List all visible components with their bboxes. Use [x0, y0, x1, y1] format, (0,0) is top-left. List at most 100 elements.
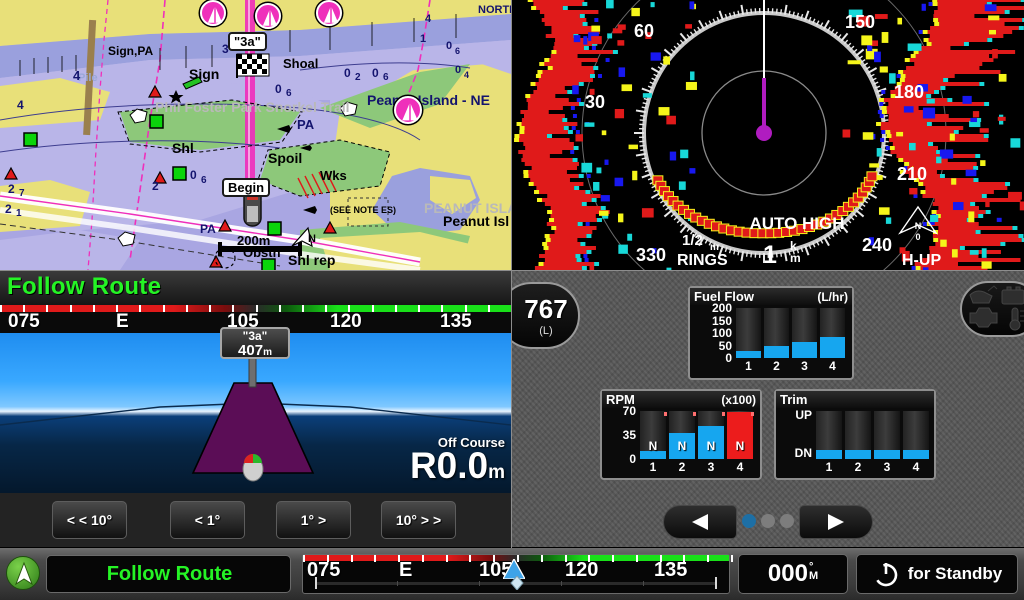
- engine-number: 1: [745, 359, 752, 373]
- radar-panel[interactable]: N 0 30 60 150 180 210 240 330 AUTO HIGH 1 k m …: [512, 0, 1024, 270]
- off-course-number: R0.0: [409, 445, 489, 486]
- radar-bearing-label: 210: [897, 164, 927, 184]
- heading-reference: M: [808, 569, 819, 582]
- route-horizon-view: "3a" 407m Off Course R0.0m: [0, 327, 511, 493]
- standby-label: for Standby: [907, 564, 1003, 583]
- rpm-axis-label: 70: [622, 404, 636, 418]
- nav-aid-marker-icon[interactable]: [316, 0, 342, 26]
- fuel-total-remaining[interactable]: 767 (L): [512, 282, 580, 349]
- fuel-flow-bar: [792, 308, 817, 358]
- nav-aid-marker-icon[interactable]: [200, 0, 226, 26]
- radar-bearing-label: 180: [894, 82, 924, 102]
- radar-bearing-label: 60: [634, 21, 654, 41]
- trim-bar: [845, 411, 871, 459]
- route-waypoint-distance-value: 407: [238, 342, 264, 359]
- battery-icon: [1001, 289, 1024, 305]
- off-course-unit: m: [488, 462, 505, 483]
- page-next-button[interactable]: [799, 505, 873, 539]
- fuel-total-unit: (L): [539, 325, 553, 337]
- follow-route-panel[interactable]: Follow Route 075 E 105 120 135 "3a" 407m…: [0, 271, 511, 547]
- radar-range-unit-bottom: m: [790, 251, 801, 265]
- redline-tick: [693, 412, 696, 417]
- navigation-arrow-icon[interactable]: [6, 556, 40, 590]
- standby-button[interactable]: for Standby: [856, 554, 1018, 594]
- bar-fill: [792, 341, 817, 358]
- warning-icons-group: [969, 285, 1024, 331]
- trim-bar: [816, 411, 842, 459]
- slider-thumb[interactable]: [510, 576, 524, 590]
- fuel-total-value: 767: [524, 294, 568, 324]
- course-slider[interactable]: [307, 576, 725, 590]
- fuel-flow-bar: [764, 308, 789, 358]
- vertical-divider: [511, 0, 512, 548]
- chart-panel[interactable]: N Sign,PA Sign Shoal Pile 4 3 Phil Foster Park…: [0, 0, 511, 270]
- route-compass-label: 135: [440, 311, 472, 332]
- nav-aid-marker-icon[interactable]: [394, 96, 422, 124]
- engine-number: 2: [773, 359, 780, 373]
- bar-fill: [820, 336, 845, 358]
- engine-gauge-panel[interactable]: 767 (L) Fuel Flow (L/hr) 200 150 100 50 0 1 2 3…: [512, 271, 1024, 547]
- rpm-axis-label: 0: [629, 452, 636, 466]
- fuel-flow-bar: [736, 308, 761, 358]
- turn-port-1[interactable]: < 1°: [170, 501, 245, 539]
- bar-fill: [736, 350, 761, 358]
- rpm-unit: (x100): [721, 393, 756, 407]
- engine-number: 4: [736, 460, 744, 474]
- trim-up-label: UP: [795, 408, 812, 422]
- rpm-axis-label: 35: [622, 428, 636, 442]
- route-waypoint-callout[interactable]: "3a" 407m: [220, 327, 290, 359]
- trim-title: Trim: [780, 392, 808, 407]
- nav-mode-label: Follow Route: [106, 563, 233, 585]
- status-bar: Follow Route 075 E 105 120 135 000 ° M f…: [0, 548, 1024, 600]
- waypoint-label-3a[interactable]: "3a": [228, 32, 267, 51]
- page-prev-button[interactable]: [663, 505, 737, 539]
- engine-warning-pod[interactable]: [960, 281, 1024, 337]
- trim-gauge[interactable]: Trim UP DN 1 2 3 4: [774, 389, 936, 480]
- page-dots: [742, 514, 794, 528]
- turn-stbd-1[interactable]: 1° >: [276, 501, 351, 539]
- waypoint-label-begin[interactable]: Begin: [222, 178, 271, 197]
- engine-number: 4: [912, 460, 920, 474]
- trim-bar: [874, 411, 900, 459]
- bar-fill: [816, 450, 842, 459]
- engine-number: 4: [829, 359, 836, 373]
- engine-number: 3: [707, 460, 715, 474]
- engine-icon: [969, 307, 998, 328]
- nav-aid-marker-icon[interactable]: [255, 3, 281, 29]
- rpm-gauge[interactable]: RPM (x100) 70 35 0 N 1 N 2 N 3 N 4: [600, 389, 762, 480]
- route-title: Follow Route: [7, 273, 162, 300]
- radar-bearing-label: 150: [845, 12, 875, 32]
- page-dot[interactable]: [761, 514, 775, 528]
- bar-fill: [874, 450, 900, 459]
- radar-bearing-label: 330: [636, 245, 666, 265]
- slider-left-end: [315, 577, 317, 589]
- radar-rings-value: 1/2: [682, 232, 703, 249]
- slider-right-end: [715, 577, 717, 589]
- radar-rings-label: RINGS: [677, 252, 728, 269]
- left-arrow-icon: [692, 514, 708, 530]
- heading-units: ° M: [808, 561, 819, 582]
- nav-mode-button[interactable]: Follow Route: [46, 555, 291, 593]
- radar-graphic: N 0 3060 150180210240330 AUTO HIGH 1 k m …: [512, 0, 1024, 270]
- status-compass[interactable]: 075 E 105 120 135: [302, 554, 733, 594]
- gear-indicator: N: [735, 439, 745, 453]
- engine-number: 2: [854, 460, 862, 474]
- right-arrow-icon: [828, 514, 844, 530]
- trim-dn-label: DN: [794, 446, 812, 460]
- heading-value: 000: [767, 560, 808, 587]
- power-icon: [874, 563, 898, 587]
- gear-indicator: N: [706, 439, 716, 453]
- fuel-flow-gauge[interactable]: Fuel Flow (L/hr) 200 150 100 50 0 1 2 3 4: [688, 286, 854, 380]
- turn-button-row: < < 10° < 1° 1° > 10° > >: [0, 493, 511, 547]
- page-dot[interactable]: [780, 514, 794, 528]
- arrow-glyph: [15, 561, 33, 586]
- turn-port-10[interactable]: < < 10°: [52, 501, 127, 539]
- trim-header: Trim: [776, 391, 934, 408]
- engine-number: 1: [825, 460, 833, 474]
- turn-stbd-10[interactable]: 10° > >: [381, 501, 456, 539]
- trim-body: UP DN 1 2 3 4: [776, 408, 934, 478]
- engine-number: 3: [801, 359, 808, 373]
- heading-readout[interactable]: 000 ° M: [738, 554, 848, 594]
- page-dot[interactable]: [742, 514, 756, 528]
- route-compass-label: 120: [330, 311, 362, 332]
